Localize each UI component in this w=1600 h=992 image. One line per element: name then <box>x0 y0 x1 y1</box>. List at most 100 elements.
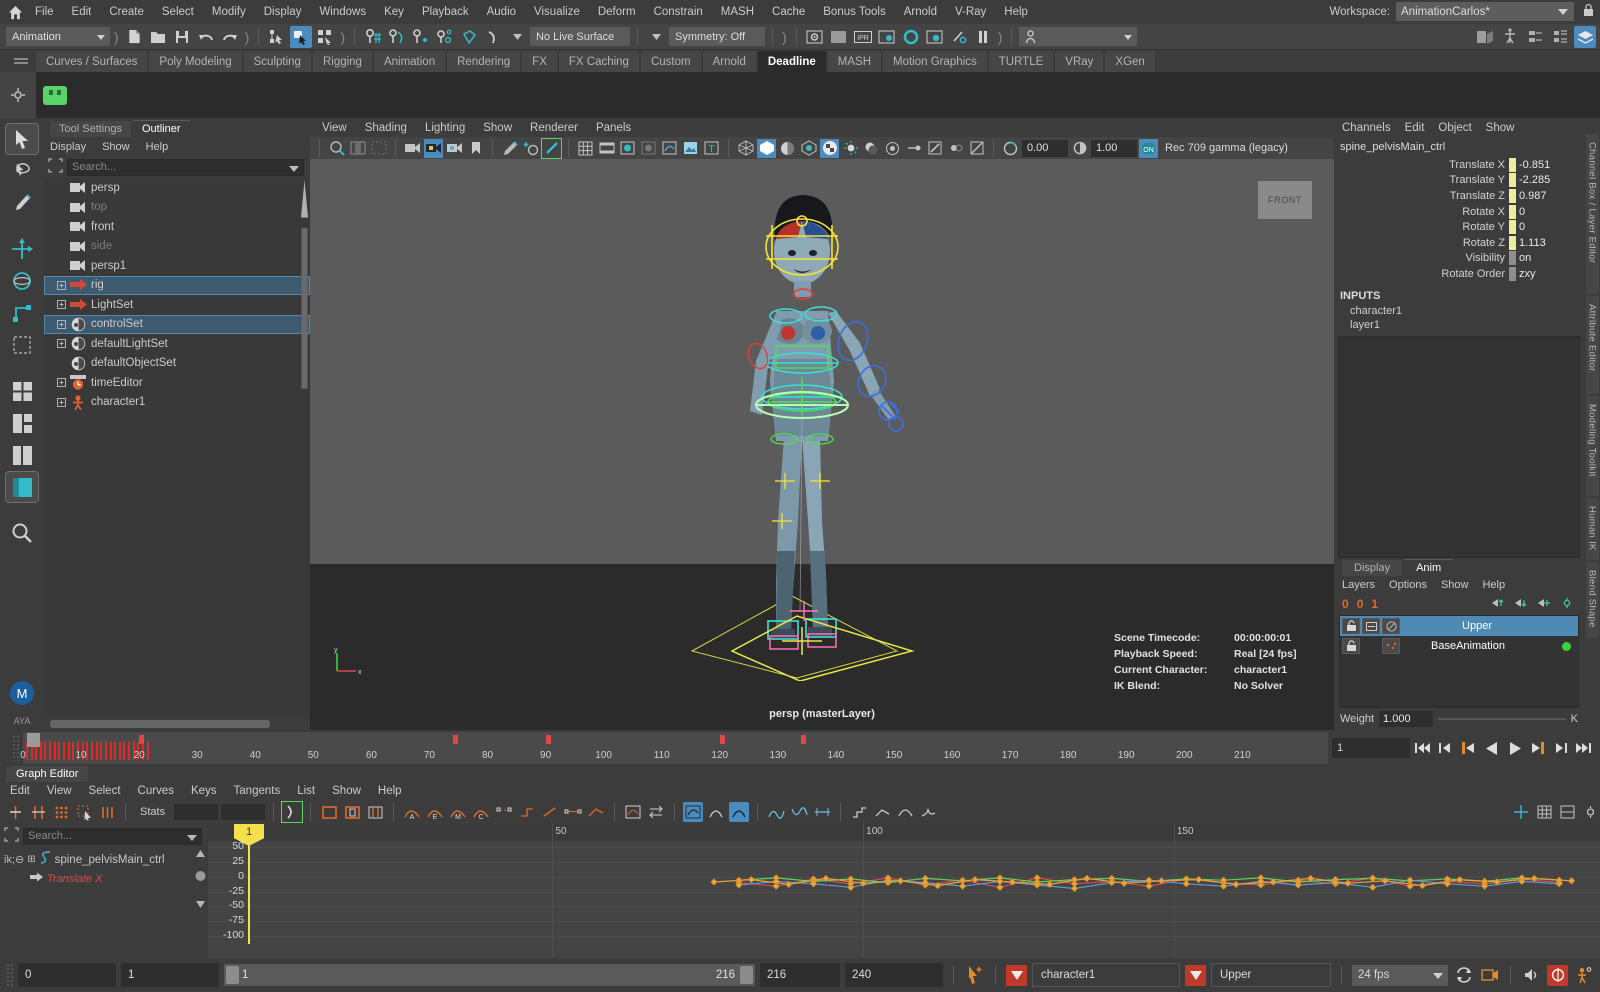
shelf-tab-rendering[interactable]: Rendering <box>447 51 520 72</box>
symmetry-field[interactable]: Symmetry: Off <box>669 27 765 46</box>
stepped-preview-icon[interactable] <box>849 802 869 822</box>
step-forward-keyframe-icon[interactable] <box>1550 738 1571 759</box>
linear-tangent-icon[interactable]: C <box>471 802 491 822</box>
play-backwards-icon[interactable] <box>1481 738 1502 759</box>
paint-effects-icon[interactable] <box>500 139 519 158</box>
animation-curves[interactable] <box>208 824 1594 944</box>
rotate-tool-icon[interactable] <box>6 266 38 296</box>
graph-editor-channel-tree[interactable]: ik;⊖ ⊞ spine_pelvisMain_ctrl Translate X <box>0 846 208 958</box>
chevron-down-icon[interactable] <box>645 26 667 48</box>
playback-speed-dropdown[interactable]: 24 fps <box>1352 965 1448 986</box>
ge-menu-help[interactable]: Help <box>378 785 402 797</box>
graph-editor-search-input[interactable]: Search... <box>23 828 202 845</box>
viewport-menu-shading[interactable]: Shading <box>365 122 407 134</box>
exposure-icon[interactable] <box>967 139 986 158</box>
curve-preview-icon[interactable] <box>918 802 938 822</box>
viewport-menu-renderer[interactable]: Renderer <box>530 122 578 134</box>
menu-cache[interactable]: Cache <box>763 3 814 21</box>
gamma-icon[interactable] <box>1070 139 1089 158</box>
channel-row-rotate-y[interactable]: Rotate Y0 <box>1334 219 1582 235</box>
shelf-tab-xgen[interactable]: XGen <box>1105 51 1154 72</box>
channel-value[interactable]: 0 <box>1516 220 1582 234</box>
channel-menu-channels[interactable]: Channels <box>1342 122 1391 134</box>
hypershade-icon[interactable] <box>900 26 922 48</box>
anim-layer-row-upper[interactable]: Upper <box>1340 616 1578 636</box>
sound-icon[interactable] <box>1521 965 1542 986</box>
ambient-occlusion-icon[interactable] <box>883 139 902 158</box>
channel-input-character1[interactable]: character1 <box>1334 304 1584 318</box>
channel-value[interactable]: on <box>1516 251 1582 265</box>
save-scene-icon[interactable] <box>171 26 193 48</box>
tab-tool-settings[interactable]: Tool Settings <box>50 121 131 137</box>
expand-icon[interactable] <box>54 398 68 407</box>
gamma-exposure-field[interactable]: 0.00 <box>1022 140 1068 157</box>
outliner-menu-display[interactable]: Display <box>50 141 86 153</box>
outliner-item-side[interactable]: side <box>44 237 310 257</box>
two-pane-layout-icon[interactable] <box>6 440 38 470</box>
anim-total-field[interactable]: 240 <box>845 963 943 987</box>
channel-menu-edit[interactable]: Edit <box>1405 122 1425 134</box>
shaded-sphere-icon[interactable] <box>778 139 797 158</box>
region-keys-tool-icon[interactable] <box>74 802 94 822</box>
move-layer-up-icon[interactable] <box>1491 597 1505 612</box>
paint-select-tool-icon[interactable] <box>6 188 38 218</box>
shelf-tab-fx[interactable]: FX <box>522 51 557 72</box>
menu-key[interactable]: Key <box>375 3 413 21</box>
go-to-start-icon[interactable] <box>1412 738 1433 759</box>
snap-to-point-icon[interactable] <box>410 26 432 48</box>
snap-to-grid-icon[interactable] <box>362 26 384 48</box>
outliner-item-character1[interactable]: character1 <box>44 393 310 413</box>
channel-value[interactable]: 0 <box>1516 205 1582 219</box>
use-all-lights-icon[interactable] <box>841 139 860 158</box>
animation-preferences-icon[interactable] <box>1547 965 1568 986</box>
graph-editor-curve-area[interactable]: 50250-25-50-75-100501001501 <box>208 824 1600 958</box>
menu-visualize[interactable]: Visualize <box>525 3 589 21</box>
channel-box-attribute-list[interactable]: Translate X-0.851Translate Y-2.285Transl… <box>1334 157 1584 282</box>
shelf-tab-motion-graphics[interactable]: Motion Graphics <box>883 51 987 72</box>
swap-buffer-curve-icon[interactable] <box>646 802 666 822</box>
outliner-search-input[interactable]: Search... <box>67 159 304 176</box>
layer-menu-layers[interactable]: Layers <box>1342 579 1375 591</box>
outliner-item-persp[interactable]: persp <box>44 178 310 198</box>
range-slider-right-handle[interactable] <box>740 966 753 984</box>
add-layer-icon[interactable] <box>1537 597 1551 612</box>
channel-row-translate-z[interactable]: Translate Z0.987 <box>1334 188 1582 204</box>
move-nearest-picked-key-icon[interactable] <box>5 802 25 822</box>
render-view-icon[interactable] <box>924 26 946 48</box>
lock-icon[interactable] <box>1583 3 1594 20</box>
ge-menu-edit[interactable]: Edit <box>10 785 30 797</box>
time-slider-cursor[interactable] <box>27 733 40 747</box>
move-layer-down-icon[interactable] <box>1514 597 1528 612</box>
infinity-both-icon[interactable] <box>812 802 832 822</box>
time-slider-grip[interactable] <box>12 735 19 761</box>
workspace-dropdown[interactable]: AnimationCarlos* <box>1396 2 1574 21</box>
clamped-tangent-icon[interactable]: M <box>448 802 468 822</box>
normalize-curves-icon[interactable] <box>706 802 726 822</box>
viewport-3d-canvas[interactable]: FRONT <box>310 159 1334 730</box>
smooth-preview-icon[interactable] <box>895 802 915 822</box>
go-to-end-icon[interactable] <box>1573 738 1594 759</box>
menu-edit[interactable]: Edit <box>63 3 101 21</box>
pause-icon[interactable] <box>972 26 994 48</box>
graph-settings-icon[interactable] <box>1580 802 1600 822</box>
outliner-horizontal-scrollbar[interactable] <box>44 717 310 730</box>
layer-key-button[interactable]: K <box>1571 713 1578 725</box>
channel-value[interactable]: -0.851 <box>1516 158 1582 172</box>
menu-modify[interactable]: Modify <box>203 3 255 21</box>
shelf-tab-custom[interactable]: Custom <box>641 51 701 72</box>
anim-layer-menu-button[interactable] <box>1185 965 1206 986</box>
lasso-select-tool-icon[interactable] <box>6 156 38 186</box>
auto-keyframe-icon[interactable] <box>964 965 985 986</box>
menu-mash[interactable]: MASH <box>712 3 763 21</box>
viewport-menu-show[interactable]: Show <box>483 122 512 134</box>
step-forward-frame-icon[interactable] <box>1527 738 1548 759</box>
insert-keys-tool-icon[interactable] <box>28 802 48 822</box>
channel-box-inputs-list[interactable]: character1layer1 <box>1334 304 1584 332</box>
timeline-keyframe-marker[interactable] <box>139 735 144 744</box>
ge-menu-view[interactable]: View <box>47 785 72 797</box>
layer-lock-icon[interactable] <box>1342 638 1360 654</box>
channel-menu-show[interactable]: Show <box>1486 122 1515 134</box>
layer-keys-icon[interactable] <box>1382 638 1400 654</box>
menu-vray[interactable]: V-Ray <box>946 3 995 21</box>
vtab-channel-box-layer-editor[interactable]: Channel Box / Layer Editor <box>1586 134 1599 294</box>
